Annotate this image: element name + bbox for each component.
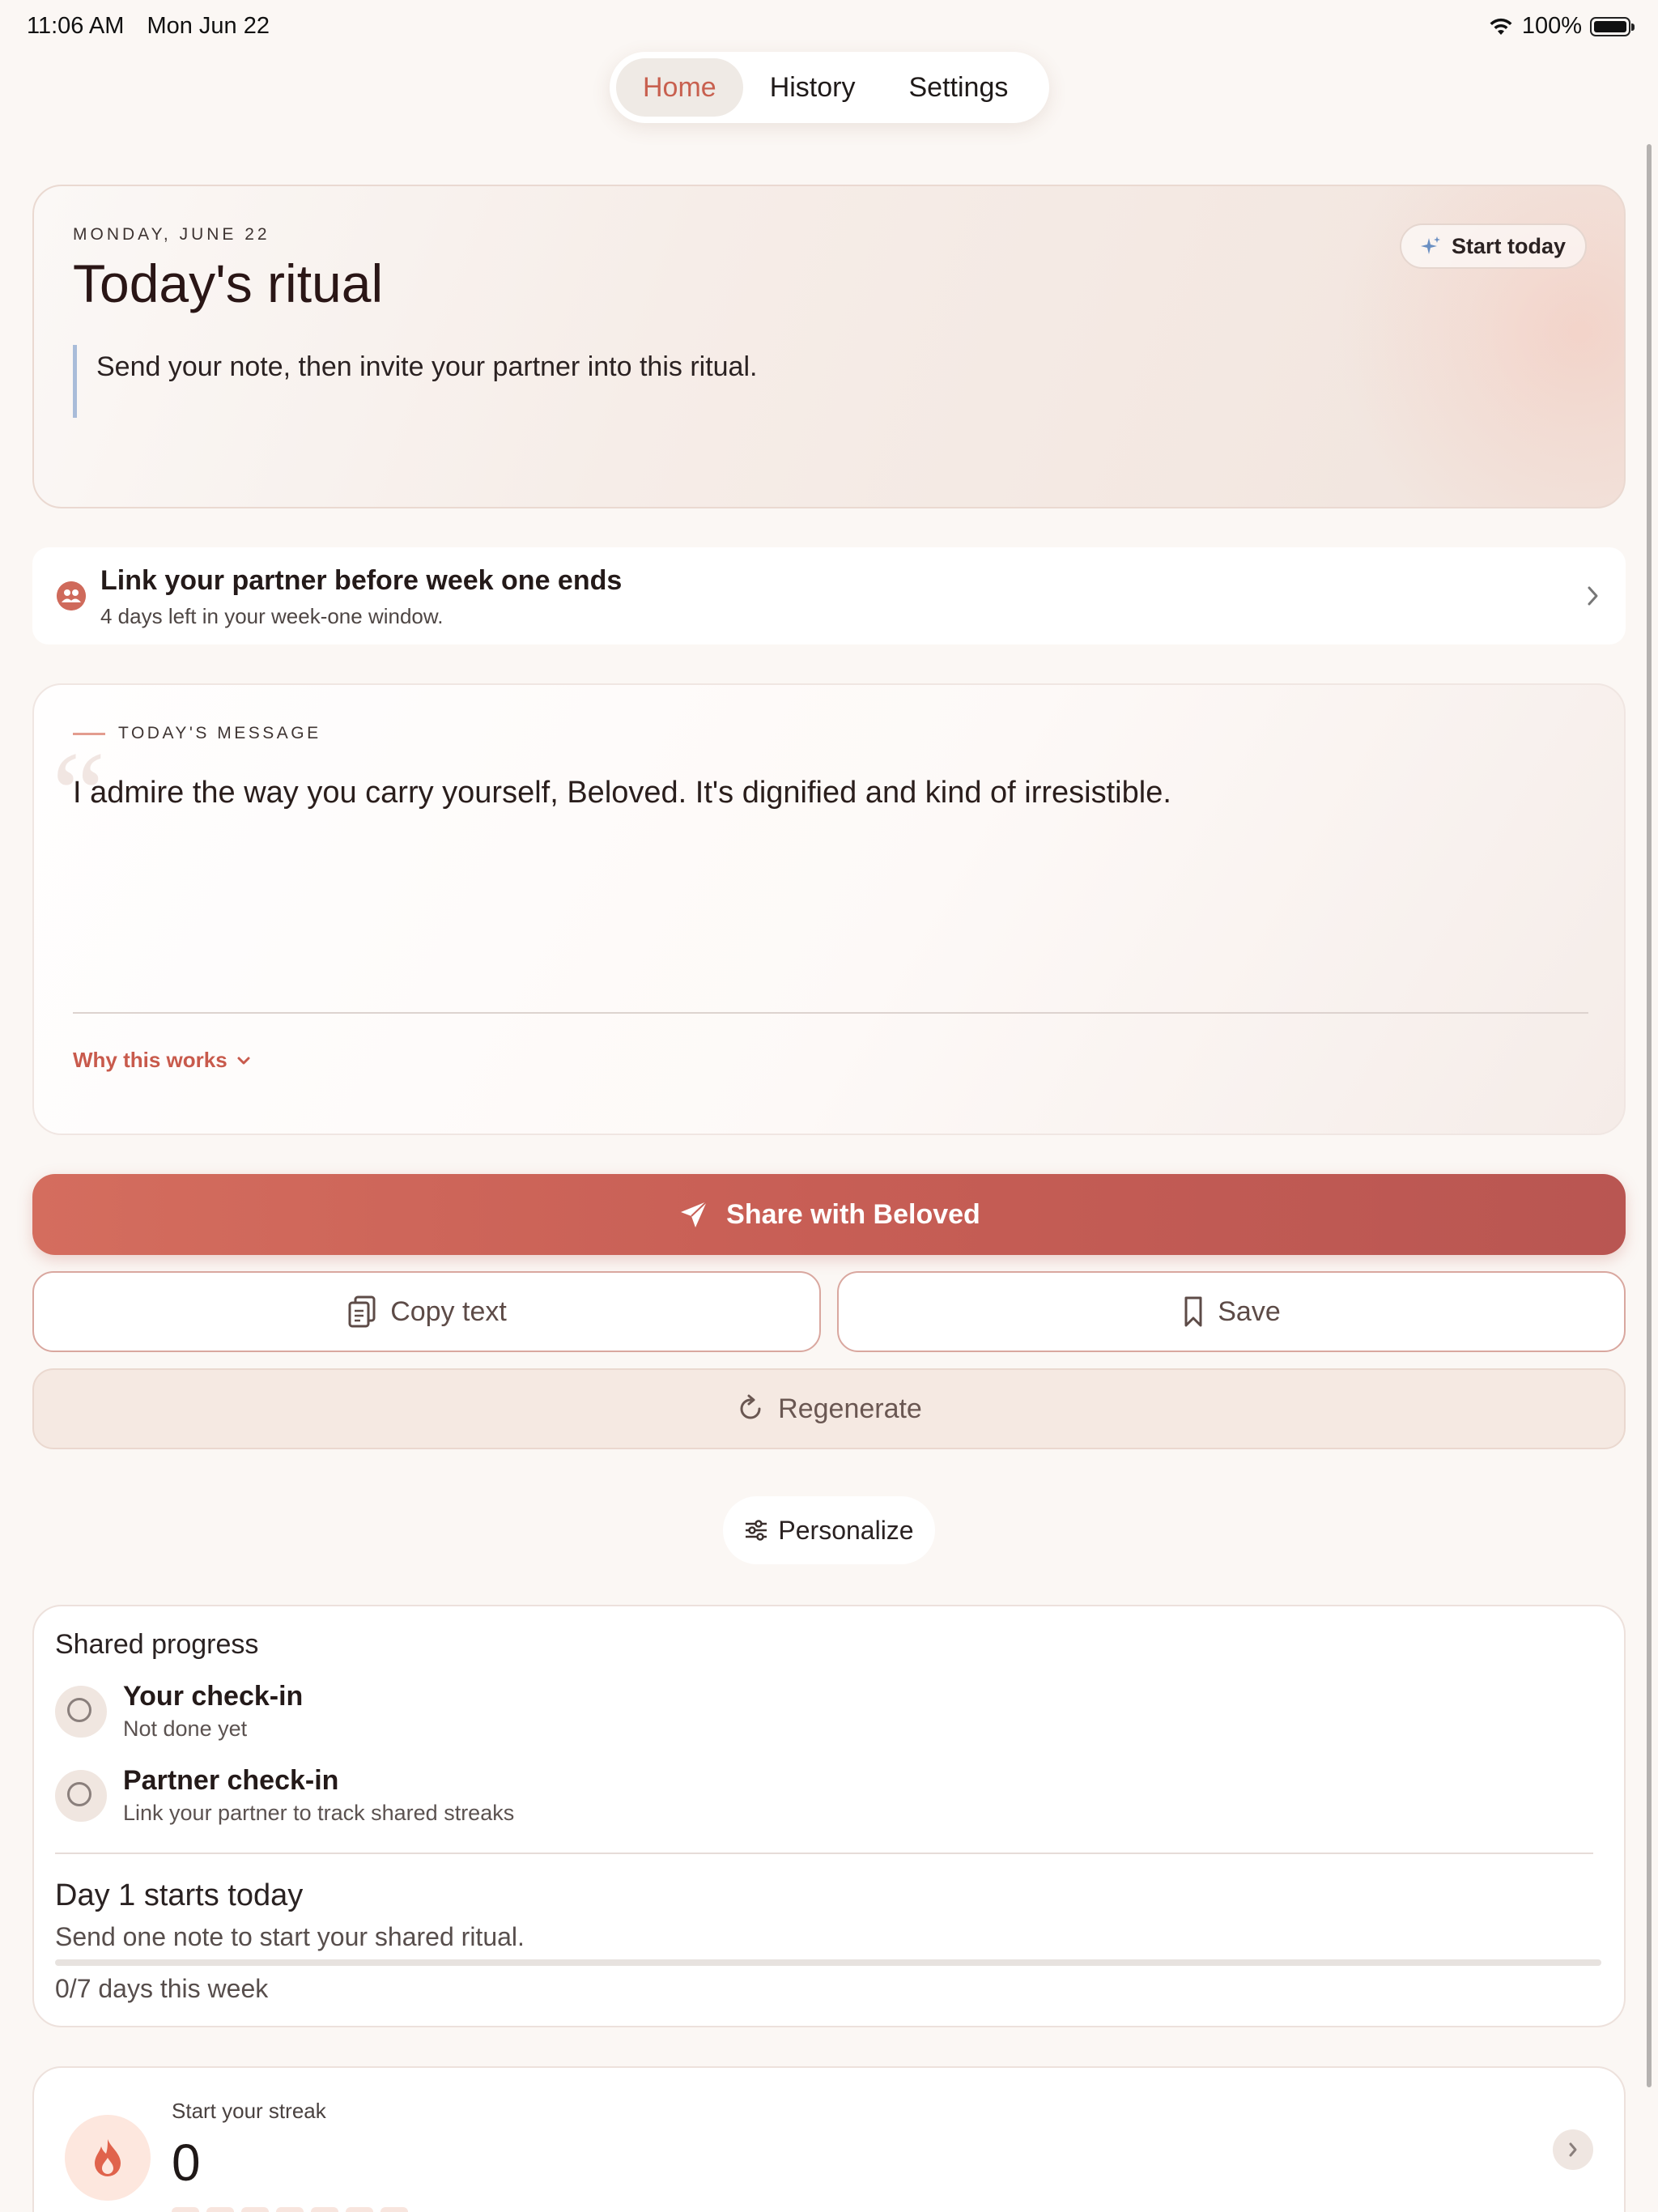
your-checkin-title: Your check-in [123,1681,304,1712]
wifi-icon [1490,18,1512,35]
streak-day [206,2207,234,2212]
paper-plane-icon [681,1201,708,1227]
status-right: 100% [1488,13,1635,40]
message-label-text: TODAY'S MESSAGE [118,724,321,742]
scrollbar[interactable] [1647,144,1652,2087]
share-button-label: Share with Beloved [726,1198,980,1230]
chevron-down-icon [237,1057,250,1064]
tab-settings[interactable]: Settings [882,58,1035,117]
share-button[interactable]: Share with Beloved [32,1174,1626,1255]
streak-day [241,2207,269,2212]
tab-home[interactable]: Home [616,58,743,117]
regenerate-label: Regenerate [778,1393,922,1424]
divider [55,1853,1593,1854]
message-card: “ TODAY'S MESSAGE I admire the way you c… [32,683,1626,1135]
shared-progress-title: Shared progress [55,1629,259,1660]
message-label: TODAY'S MESSAGE [73,724,321,743]
tab-history[interactable]: History [743,58,882,117]
bookmark-icon [1184,1296,1202,1327]
flame-badge [65,2115,151,2201]
battery-percent: 100% [1521,13,1582,39]
battery-level [1594,20,1626,32]
partner-checkin-row[interactable]: Partner check-in Link your partner to tr… [55,1765,1593,1830]
regenerate-button[interactable]: Regenerate [32,1368,1626,1449]
page-title: Today's ritual [73,253,384,313]
streak-label: Start your streak [172,2099,326,2123]
day-title: Day 1 starts today [55,1878,304,1912]
label-accent-line [73,732,105,735]
personalize-button[interactable]: Personalize [723,1496,935,1564]
sparkle-icon [1420,236,1440,254]
streak-day [346,2207,373,2212]
chevron-right-icon [1588,586,1598,606]
segmented-nav: Home History Settings [610,52,1049,123]
personalize-label: Personalize [778,1515,914,1545]
refresh-icon [740,1394,761,1419]
ritual-date: MONDAY, JUNE 22 [73,225,270,244]
circle-icon [55,1686,107,1738]
start-today-button[interactable]: Start today [1399,223,1587,269]
week-progress-bar [55,1959,1601,1966]
streak-day [276,2207,304,2212]
status-left: 11:06 AM Mon Jun 22 [27,13,286,40]
streak-day-indicators [172,2207,408,2212]
partner-checkin-status: Link your partner to track shared streak… [123,1801,515,1825]
ritual-instruction: Send your note, then invite your partner… [73,345,757,418]
status-date: Mon Jun 22 [147,13,270,39]
streak-card[interactable]: Start your streak 0 [32,2066,1626,2212]
message-text: I admire the way you carry yourself, Bel… [73,776,1171,810]
app-page: 11:06 AM Mon Jun 22 100% Home History Se… [0,0,1658,2212]
chevron-right-icon [1569,2142,1577,2157]
link-partner-title: Link your partner before week one ends [100,565,623,596]
day-subtitle: Send one note to start your shared ritua… [55,1922,525,1951]
copy-icon [348,1295,376,1328]
streak-day [172,2207,199,2212]
status-bar: 11:06 AM Mon Jun 22 100% [0,0,1658,52]
start-today-label: Start today [1451,233,1566,258]
ritual-card: MONDAY, JUNE 22 Today's ritual Send your… [32,185,1626,508]
your-checkin-status: Not done yet [123,1716,248,1741]
sliders-icon [746,1520,767,1541]
link-partner-row[interactable]: Link your partner before week one ends 4… [32,547,1626,644]
circle-icon [55,1770,107,1822]
streak-chevron-button[interactable] [1553,2129,1593,2170]
streak-day [311,2207,338,2212]
your-checkin-row[interactable]: Your check-in Not done yet [55,1681,1593,1746]
copy-text-label: Copy text [390,1295,507,1327]
partner-checkin-title: Partner check-in [123,1765,339,1796]
save-button[interactable]: Save [837,1271,1626,1352]
shared-progress-card: Shared progress Your check-in Not done y… [32,1605,1626,2027]
people-icon [57,581,86,610]
status-time: 11:06 AM [27,13,125,39]
why-this-works-label: Why this works [73,1048,227,1072]
flame-icon [95,2139,121,2176]
divider [73,1012,1588,1014]
save-label: Save [1218,1295,1281,1327]
battery-icon [1590,16,1635,36]
streak-value: 0 [172,2133,201,2192]
copy-text-button[interactable]: Copy text [32,1271,821,1352]
why-this-works-toggle[interactable]: Why this works [73,1048,252,1073]
days-this-week: 0/7 days this week [55,1974,269,2003]
link-partner-subtitle: 4 days left in your week-one window. [100,604,444,628]
streak-day [380,2207,408,2212]
